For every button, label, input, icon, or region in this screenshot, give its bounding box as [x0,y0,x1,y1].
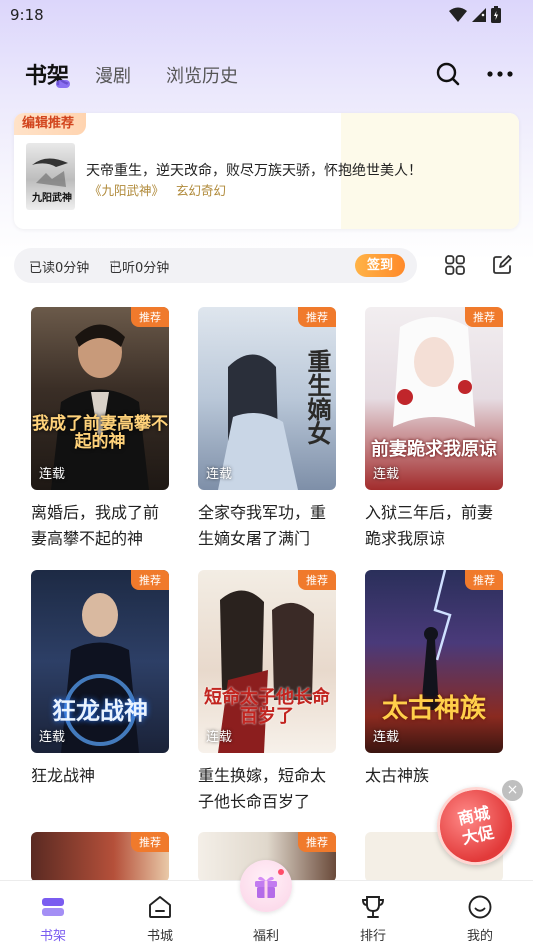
nav-item-ranking[interactable]: 排行 [333,881,413,948]
store-icon [149,896,171,918]
wifi-icon [449,7,467,22]
recommend-tag: 推荐 [131,832,169,852]
recommend-tag: 推荐 [465,307,503,327]
book-item[interactable]: 我成了前妻高攀不起的神 推荐 连载 离婚后，我成了前妻高攀不起的神 [31,307,169,552]
rec-meta: 《九阳武神》 玄幻奇幻 [89,180,226,199]
rec-book-cover[interactable]: 九阳武神 [26,143,75,210]
active-tab-indicator [56,80,70,88]
book-item[interactable]: 狂龙战神 推荐 连载 狂龙战神 [31,570,169,789]
book-item[interactable]: 前妻跪求我原谅 推荐 连载 入狱三年后，前妻跪求我原谅 [365,307,503,552]
book-cover[interactable]: 推荐 [31,832,169,882]
book-title[interactable]: 太古神族 [365,763,503,789]
nav-label: 书城 [146,929,173,944]
welfare-bubble[interactable] [240,860,292,912]
rec-genre: 玄幻奇幻 [176,183,227,198]
signal-icon [472,7,486,22]
nav-label: 福利 [252,929,279,944]
book-cover[interactable]: 狂龙战神 推荐 连载 [31,570,169,753]
cover-title-art: 短命太子他长命百岁了 [204,687,330,728]
book-item[interactable]: 推荐 [31,832,169,882]
grid-view-icon[interactable] [443,253,467,277]
gift-icon [255,876,277,898]
close-icon[interactable]: × [502,780,523,801]
status-icons [449,6,501,23]
edit-icon[interactable] [490,253,514,277]
top-header: 书架 漫剧 浏览历史 [0,52,533,96]
book-cover[interactable]: 短命太子他长命百岁了 推荐 连载 [198,570,336,753]
book-cover[interactable]: 我成了前妻高攀不起的神 推荐 连载 [31,307,169,490]
cover-title-art: 太古神族 [381,693,486,724]
tab-browse-history[interactable]: 浏览历史 [166,62,238,88]
book-item[interactable]: 短命太子他长命百岁了 推荐 连载 重生换嫁，短命太子他长命百岁了 [198,570,336,815]
book-title[interactable]: 入狱三年后，前妻跪求我原谅 [365,500,503,552]
book-title[interactable]: 离婚后，我成了前妻高攀不起的神 [31,500,169,552]
nav-item-profile[interactable]: 我的 [440,881,520,948]
nav-label: 排行 [359,929,386,944]
book-cover[interactable]: 重生嫡女 推荐 连载 [198,307,336,490]
nav-label: 我的 [466,929,493,944]
status-time: 9:18 [10,6,44,24]
nav-item-bookshelf[interactable]: 书架 [13,881,93,948]
recommend-tag: 推荐 [298,307,336,327]
svg-text:九阳武神: 九阳武神 [31,191,72,204]
cover-title-art: 前妻跪求我原谅 [371,439,497,461]
recommend-tag: 推荐 [298,570,336,590]
serial-status: 连载 [206,730,233,745]
battery-icon [491,6,501,23]
more-icon[interactable] [486,60,514,88]
read-time: 已读0分钟 [29,261,90,276]
recommend-tag: 推荐 [131,570,169,590]
book-title[interactable]: 狂龙战神 [31,763,169,789]
rec-description: 天帝重生，逆天改命，败尽万族天骄，怀抱绝世美人！ [86,163,422,179]
serial-status: 连载 [39,730,66,745]
profile-icon [468,895,492,919]
serial-status: 连载 [206,467,233,482]
serial-status: 连载 [373,730,400,745]
recommend-tag: 推荐 [131,307,169,327]
nav-item-store[interactable]: 书城 [120,881,200,948]
book-title[interactable]: 重生换嫁，短命太子他长命百岁了 [198,763,336,815]
rec-book-name: 《九阳武神》 [89,183,165,198]
cover-title-art: 我成了前妻高攀不起的神 [32,414,168,453]
serial-status: 连载 [39,467,66,482]
trophy-icon [362,896,384,918]
listen-time: 已听0分钟 [109,261,170,276]
search-icon[interactable] [434,60,462,88]
reading-stats-bar: 已读0分钟 已听0分钟 签到 [14,248,417,283]
serial-status: 连载 [373,467,400,482]
book-item[interactable]: 太古神族 推荐 连载 太古神族 [365,570,503,789]
cover-title-art: 狂龙战神 [52,695,148,725]
sign-in-button[interactable]: 签到 [355,254,405,277]
bookshelf-icon [42,898,64,916]
tab-manhua[interactable]: 漫剧 [95,62,131,88]
notification-dot [278,869,284,875]
nav-label: 书架 [39,929,66,944]
editor-recommendation-card[interactable]: 编辑推荐 九阳武神 天帝重生，逆天改命，败尽万族天骄，怀抱绝世美人！ 《九阳武神… [14,113,519,229]
book-item[interactable]: 重生嫡女 推荐 连载 全家夺我军功，重生嫡女屠了满门 [198,307,336,552]
book-cover[interactable]: 太古神族 推荐 连载 [365,570,503,753]
cover-title-art: 重生嫡女 [303,349,332,445]
recommend-tag: 推荐 [465,570,503,590]
recommend-tag: 推荐 [298,832,336,852]
rec-badge: 编辑推荐 [14,113,87,135]
book-cover[interactable]: 前妻跪求我原谅 推荐 连载 [365,307,503,490]
book-title[interactable]: 全家夺我军功，重生嫡女屠了满门 [198,500,336,552]
